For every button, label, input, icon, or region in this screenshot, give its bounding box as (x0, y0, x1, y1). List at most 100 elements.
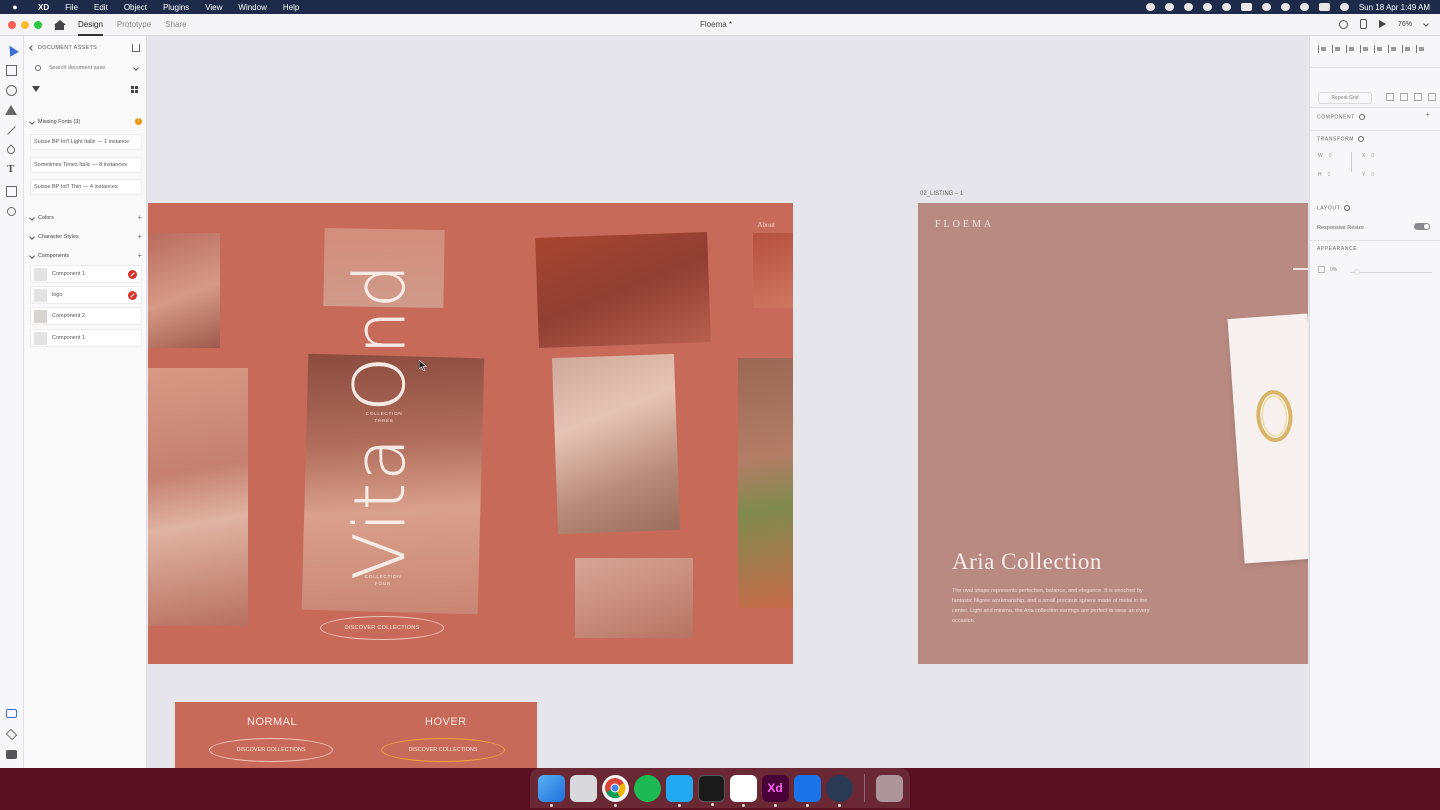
boolean-add-icon[interactable] (1386, 93, 1394, 101)
align-center-icon[interactable] (1388, 45, 1397, 53)
opacity-value[interactable]: 0% (1330, 267, 1337, 273)
grid-view-icon[interactable] (131, 86, 138, 93)
components-section[interactable]: Components + (29, 251, 142, 260)
maps-app-icon[interactable] (793, 774, 821, 807)
vscode-app-icon[interactable] (665, 774, 693, 807)
apple-menu-icon[interactable]: ● (0, 2, 30, 12)
status-control-center-icon[interactable] (1318, 3, 1330, 11)
menu-object[interactable]: Object (116, 3, 155, 12)
missing-font-item[interactable]: Suisse BP Int'l Thin — 4 instances (30, 179, 142, 195)
status-play-icon[interactable] (1221, 3, 1231, 11)
info-icon[interactable] (1358, 114, 1365, 120)
rectangle-tool-icon[interactable] (6, 65, 17, 76)
artboard-listing[interactable]: FLOEMA Aria Collection The oval shape re… (918, 203, 1308, 664)
add-color-button[interactable]: + (137, 213, 142, 222)
document-title[interactable]: Floema * (700, 20, 732, 29)
adobe-xd-app-icon[interactable]: Xd (761, 774, 789, 807)
artboard-home[interactable]: About Vita Ond COLLECTION THREE COLLECTI… (148, 203, 793, 664)
info-icon[interactable] (1344, 205, 1351, 211)
menu-app-name[interactable]: XD (30, 3, 57, 12)
status-creative-cloud-icon[interactable] (1164, 3, 1174, 11)
design-canvas[interactable]: About Vita Ond COLLECTION THREE COLLECTI… (148, 36, 1308, 768)
distribute-horizontal-icon[interactable] (1416, 45, 1425, 53)
component-item[interactable]: Component 2 (30, 307, 142, 325)
menu-edit[interactable]: Edit (86, 3, 116, 12)
share-user-icon[interactable] (1338, 19, 1348, 29)
finder-app-icon[interactable] (537, 774, 565, 807)
missing-font-item[interactable]: Sometimes Times Italic — 8 instances (30, 157, 142, 173)
artboard-listing-label[interactable]: 02_LISTING – 1 (920, 191, 963, 197)
play-preview-icon[interactable] (1378, 20, 1386, 28)
distribute-vertical-icon[interactable] (1360, 45, 1369, 53)
status-bluetooth-icon[interactable] (1261, 3, 1271, 11)
discover-button-normal[interactable]: DISCOVER COLLECTIONS (209, 738, 333, 762)
device-preview-icon[interactable] (1359, 19, 1367, 29)
line-tool-icon[interactable] (7, 126, 16, 135)
close-window-button[interactable] (8, 20, 16, 29)
opacity-slider-handle[interactable] (1354, 269, 1360, 275)
missing-fonts-section[interactable]: Missing Fonts (3) ! (29, 118, 142, 125)
ellipse-tool-icon[interactable] (6, 85, 17, 96)
boolean-exclude-icon[interactable] (1428, 93, 1436, 101)
align-left-icon[interactable] (1374, 45, 1383, 53)
home-icon[interactable] (54, 19, 66, 30)
text-tool-icon[interactable]: T (7, 163, 18, 175)
boolean-subtract-icon[interactable] (1400, 93, 1408, 101)
align-bottom-icon[interactable] (1346, 45, 1355, 53)
status-1password-icon[interactable] (1183, 3, 1193, 11)
terminal-app-icon[interactable] (697, 774, 725, 806)
align-right-icon[interactable] (1402, 45, 1411, 53)
assets-search-input[interactable] (49, 65, 129, 71)
add-component-button[interactable]: + (137, 251, 142, 260)
opacity-slider-track[interactable] (1350, 272, 1432, 273)
slack-app-icon[interactable] (729, 774, 757, 807)
status-record-icon[interactable] (1145, 3, 1155, 11)
minimize-window-button[interactable] (21, 20, 29, 29)
component-item[interactable]: logo (30, 286, 142, 304)
discover-button-hover[interactable]: DISCOVER COLLECTIONS (381, 738, 505, 762)
create-component-button[interactable]: + (1425, 110, 1430, 119)
tab-prototype[interactable]: Prototype (117, 14, 151, 36)
discover-collections-button[interactable]: DISCOVER COLLECTIONS (320, 616, 444, 640)
select-tool-icon[interactable] (5, 43, 19, 57)
plugins-icon[interactable] (6, 750, 17, 759)
height-field[interactable]: H0 (1318, 172, 1330, 178)
x-field[interactable]: X0 (1362, 153, 1374, 159)
filter-icon[interactable] (32, 86, 40, 92)
artboard-button-states[interactable]: NORMAL HOVER DISCOVER COLLECTIONS DISCOV… (175, 702, 537, 768)
menu-help[interactable]: Help (275, 3, 307, 12)
status-search-icon[interactable] (1299, 3, 1309, 11)
character-styles-section[interactable]: Character Styles + (29, 232, 142, 241)
y-field[interactable]: Y0 (1362, 172, 1374, 178)
menu-window[interactable]: Window (230, 3, 274, 12)
launchpad-app-icon[interactable] (569, 774, 597, 802)
tab-design[interactable]: Design (78, 14, 103, 36)
spotify-app-icon[interactable] (633, 774, 661, 802)
width-field[interactable]: W0 (1318, 153, 1332, 159)
menu-file[interactable]: File (57, 3, 86, 12)
menubar-datetime[interactable]: Sun 18 Apr 1:49 AM (1359, 3, 1430, 12)
search-filter-chevron-icon[interactable] (133, 65, 139, 71)
status-siri-icon[interactable] (1339, 3, 1349, 11)
zoom-level[interactable]: 76% (1398, 21, 1412, 28)
repeat-grid-button[interactable]: Repeat Grid (1318, 92, 1372, 104)
align-top-icon[interactable] (1318, 45, 1327, 53)
component-item[interactable]: Component 1 (30, 265, 142, 283)
status-battery-icon[interactable] (1240, 3, 1252, 11)
polygon-tool-icon[interactable] (5, 105, 17, 115)
lock-aspect-icon[interactable] (1351, 152, 1355, 172)
tab-share[interactable]: Share (165, 14, 186, 36)
back-chevron-icon[interactable] (29, 45, 35, 51)
layers-icon[interactable] (5, 728, 18, 741)
safari-app-icon[interactable] (825, 774, 853, 807)
component-item[interactable]: Component 1 (30, 329, 142, 347)
pen-tool-icon[interactable] (5, 144, 17, 156)
colors-section[interactable]: Colors + (29, 213, 142, 222)
status-cloud-icon[interactable] (1202, 3, 1212, 11)
about-link[interactable]: About (758, 221, 776, 229)
zoom-chevron-icon[interactable] (1423, 21, 1429, 27)
trash-icon[interactable] (875, 774, 903, 802)
menu-plugins[interactable]: Plugins (155, 3, 197, 12)
artboard-tool-icon[interactable] (6, 186, 17, 197)
add-character-style-button[interactable]: + (137, 232, 142, 241)
